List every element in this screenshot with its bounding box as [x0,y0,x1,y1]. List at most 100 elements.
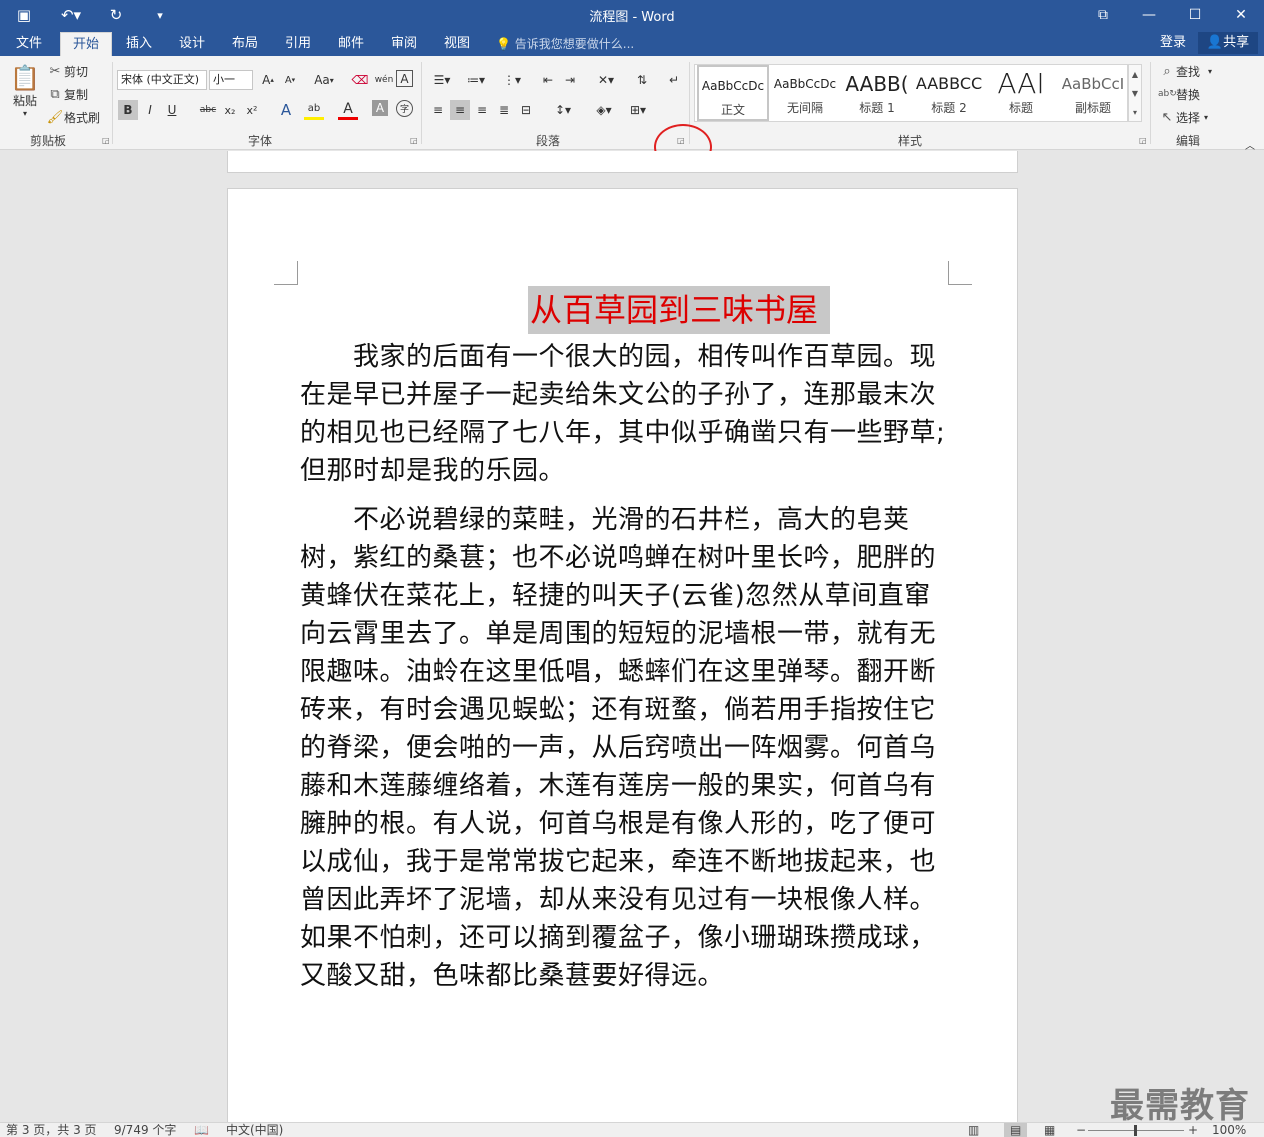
ribbon-display-icon[interactable]: ⧉ [1080,0,1126,30]
collapse-ribbon-icon[interactable]: ︿ [1240,134,1260,154]
shrink-font-button[interactable]: A ▾ [280,70,300,90]
scroll-up-icon[interactable]: ▲ [1129,65,1141,84]
style-heading-1[interactable]: AABB( 标题 1 [841,65,913,121]
align-right-icon[interactable]: ≡ [472,100,492,120]
decrease-indent-icon[interactable]: ⇤ [538,70,558,90]
char-shading-button[interactable]: A [372,100,388,116]
style-preview: AAI [997,67,1045,99]
styles-launcher-icon[interactable]: ◲ [1139,136,1147,145]
word-count[interactable]: 9/749 个字 [114,1123,176,1137]
phonetic-guide-icon[interactable]: wén [374,70,394,90]
format-painter-button[interactable]: 🖌 格式刷 [46,106,100,128]
distributed-icon[interactable]: ⊟ [516,100,536,120]
align-left-icon[interactable]: ≡ [428,100,448,120]
tab-insert[interactable]: 插入 [114,32,164,56]
login-link[interactable]: 登录 [1160,30,1186,56]
font-color-button[interactable]: A [338,100,358,120]
style-subtitle[interactable]: AaBbCcI 副标题 [1057,65,1129,121]
document-page[interactable]: 从百草园到三味书屋 我家的后面有一个很大的园，相传叫作百草园。现在是早已并屋子一… [227,188,1018,1128]
scroll-down-icon[interactable]: ▼ [1129,84,1141,103]
web-layout-icon[interactable]: ▦ [1044,1123,1055,1137]
zoom-slider-thumb[interactable] [1134,1125,1137,1136]
proofing-icon[interactable]: 📖 [194,1123,209,1137]
highlight-button[interactable]: ab [304,100,324,120]
select-button[interactable]: ↖ 选择 ▾ [1158,106,1208,128]
font-launcher-icon[interactable]: ◲ [410,136,418,145]
text-effects-button[interactable]: A [276,100,296,120]
format-painter-label: 格式刷 [64,110,101,125]
document-heading[interactable]: 从百草园到三味书屋 [528,286,831,334]
tell-me-box[interactable]: 💡 告诉我您想要做什么... [496,34,634,54]
tab-design[interactable]: 设计 [167,32,217,56]
multilevel-list-icon[interactable]: ⋮▾ [498,70,526,90]
style-preview: AaBbCcDc [773,77,837,91]
clipboard-launcher-icon[interactable]: ◲ [102,136,110,145]
sort-icon[interactable]: ⇅ [632,70,652,90]
print-layout-icon[interactable]: ▤ [1004,1123,1028,1137]
paste-button[interactable]: 📋 粘贴 ▾ [8,64,42,128]
expand-gallery-icon[interactable]: ▾ [1129,103,1141,122]
bold-button[interactable]: B [118,100,138,120]
replace-button[interactable]: ab↻ 替换 [1158,83,1200,105]
enclose-char-button[interactable]: 字 [396,100,413,117]
lightbulb-icon: 💡 [496,37,511,51]
person-icon: 👤 [1206,35,1224,50]
justify-icon[interactable]: ≣ [494,100,514,120]
zoom-out-icon[interactable]: − [1076,1123,1086,1137]
read-mode-icon[interactable]: ▥ [968,1123,979,1137]
group-label-clipboard: 剪贴板 [29,134,66,148]
find-button[interactable]: ⌕ 查找 ▾ [1158,60,1212,82]
align-center-icon[interactable]: ≡ [450,100,470,120]
style-no-spacing[interactable]: AaBbCcDc 无间隔 [769,65,841,121]
replace-icon: ab↻ [1158,89,1177,99]
chevron-down-icon: ▾ [22,109,27,118]
show-marks-icon[interactable]: ↵ [664,70,684,90]
tab-file[interactable]: 文件 [4,32,54,56]
style-normal[interactable]: AaBbCcDc 正文 [697,65,769,121]
line-spacing-icon[interactable]: ↕▾ [548,100,578,120]
minimize-icon[interactable]: — [1126,0,1172,30]
title-bar: ▣ ↶▾ ↻ ▾ 流程图 - Word ⧉ — ☐ ✕ [0,0,1264,30]
copy-button[interactable]: ⧉ 复制 [46,83,88,105]
tab-view[interactable]: 视图 [432,32,482,56]
grow-font-button[interactable]: A ▴ [258,70,278,90]
replace-label: 替换 [1176,87,1201,102]
clear-format-icon[interactable]: ⌫ [350,70,370,90]
clipboard-icon: 📋 [10,64,40,92]
grow-font-icon: A [262,73,271,87]
change-case-button[interactable]: Aa ▾ [310,70,338,90]
maximize-icon[interactable]: ☐ [1172,0,1218,30]
margin-corner [274,261,298,285]
close-icon[interactable]: ✕ [1218,0,1264,30]
superscript-button[interactable]: x² [242,100,262,120]
zoom-level[interactable]: 100% [1212,1123,1246,1137]
tab-references[interactable]: 引用 [273,32,323,56]
body-paragraph[interactable]: 不必说碧绿的菜畦，光滑的石井栏，高大的皂荚树，紫红的桑葚；也不必说鸣蝉在树叶里长… [300,501,946,995]
increase-indent-icon[interactable]: ⇥ [560,70,580,90]
strikethrough-button[interactable]: abc [198,100,218,120]
borders-icon[interactable]: ⊞▾ [624,100,652,120]
style-title[interactable]: AAI 标题 [985,65,1057,121]
zoom-in-icon[interactable]: + [1188,1123,1198,1137]
font-name-combo[interactable]: 宋体 (中文正文) [117,70,207,90]
char-border-icon[interactable]: A [396,70,413,87]
tab-home[interactable]: 开始 [60,32,113,56]
bullets-icon[interactable]: ☰▾ [428,70,456,90]
share-button[interactable]: 👤共享 [1198,32,1258,54]
tab-mailings[interactable]: 邮件 [326,32,376,56]
italic-button[interactable]: I [140,100,160,120]
subscript-button[interactable]: x₂ [220,100,240,120]
style-heading-2[interactable]: AABBCC 标题 2 [913,65,985,121]
brush-icon: 🖌 [46,109,64,125]
chinese-layout-icon[interactable]: ✕▾ [592,70,620,90]
tab-review[interactable]: 审阅 [379,32,429,56]
body-paragraph[interactable]: 我家的后面有一个很大的园，相传叫作百草园。现在是早已并屋子一起卖给朱文公的子孙了… [300,338,946,490]
cut-button[interactable]: ✂ 剪切 [46,60,88,82]
tab-layout[interactable]: 布局 [220,32,270,56]
font-size-combo[interactable]: 小一 [209,70,253,90]
numbering-icon[interactable]: ≔▾ [462,70,490,90]
language-indicator[interactable]: 中文(中国) [226,1123,283,1137]
underline-button[interactable]: U [162,100,182,120]
shading-icon[interactable]: ◈▾ [590,100,618,120]
page-indicator[interactable]: 第 3 页，共 3 页 [6,1123,97,1137]
